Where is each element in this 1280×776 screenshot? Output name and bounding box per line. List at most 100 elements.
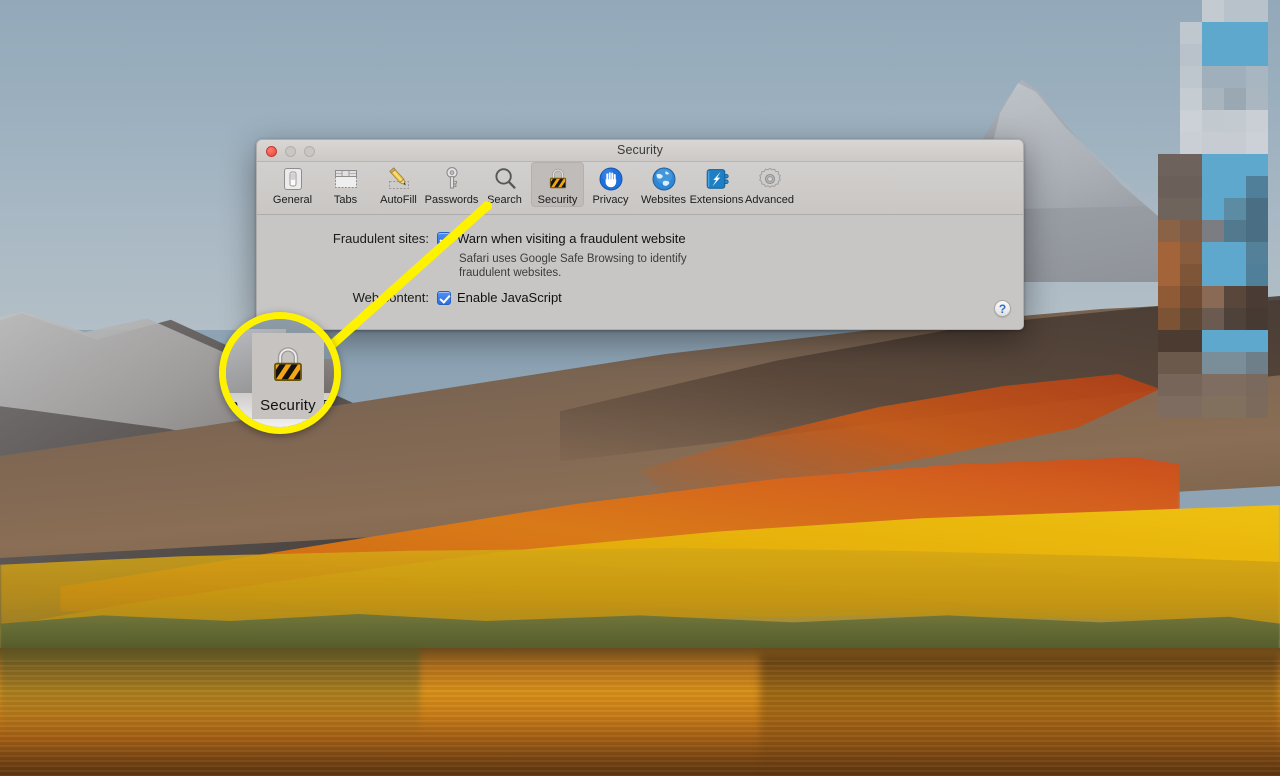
pixel-cell [1202, 286, 1224, 308]
pixel-cell [1224, 396, 1246, 418]
pixel-cell [1224, 242, 1246, 264]
pixelated-redacted-region [1158, 0, 1280, 440]
search-icon [491, 165, 519, 193]
pixel-cell [1224, 308, 1246, 330]
fraudulent-sites-note-line2: fraudulent websites. [459, 267, 562, 279]
toolbar-item-extensions[interactable]: Extensions [690, 162, 743, 207]
pixel-cell [1180, 330, 1202, 352]
toolbar-item-websites[interactable]: Websites [637, 162, 690, 207]
toolbar-item-general-label: General [272, 194, 313, 206]
toolbar-item-advanced-label: Advanced [745, 194, 794, 206]
toolbar-item-autofill[interactable]: AutoFill [372, 162, 425, 207]
pixel-cell [1246, 22, 1268, 44]
pixel-cell [1202, 396, 1224, 418]
pixel-cell [1180, 44, 1202, 66]
web-content-row: Web content: Enable JavaScript [279, 290, 562, 306]
pixel-cell [1202, 352, 1224, 374]
safari-preferences-window: Security General Tabs AutoFill Passwords… [256, 139, 1024, 330]
pixel-cell [1202, 88, 1224, 110]
fraudulent-sites-note-line1: Safari uses Google Safe Browsing to iden… [459, 253, 687, 265]
toolbar-item-tabs[interactable]: Tabs [319, 162, 372, 207]
preferences-toolbar: General Tabs AutoFill Passwords Search S… [257, 162, 1023, 215]
pixel-cell [1224, 220, 1246, 242]
pixel-cell [1180, 132, 1202, 154]
pixel-cell [1180, 286, 1202, 308]
desktop-wallpaper [0, 0, 1280, 776]
preferences-content: Fraudulent sites: Warn when visiting a f… [257, 215, 1023, 329]
pixel-cell [1202, 330, 1224, 352]
passwords-icon [438, 165, 466, 193]
window-title: Security [617, 143, 663, 157]
pixel-cell [1246, 374, 1268, 396]
pixel-cell [1158, 198, 1180, 220]
pixel-cell [1224, 330, 1246, 352]
pixel-cell [1224, 374, 1246, 396]
tabs-icon [332, 165, 360, 193]
warn-fraudulent-website-label: Warn when visiting a fraudulent website [457, 231, 686, 246]
websites-globe-icon [650, 165, 678, 193]
pixel-cell [1224, 286, 1246, 308]
pixel-cell [1202, 242, 1224, 264]
pixel-cell [1180, 176, 1202, 198]
pixel-cell [1224, 0, 1246, 22]
advanced-gear-icon [756, 165, 784, 193]
toolbar-item-extensions-label: Extensions [689, 194, 744, 206]
toolbar-item-tabs-label: Tabs [333, 194, 358, 206]
pixel-cell [1158, 308, 1180, 330]
pixel-cell [1180, 110, 1202, 132]
pixel-cell [1158, 286, 1180, 308]
toolbar-item-privacy[interactable]: Privacy [584, 162, 637, 207]
pixel-cell [1180, 264, 1202, 286]
help-button[interactable]: ? [994, 300, 1011, 317]
toolbar-item-advanced[interactable]: Advanced [743, 162, 796, 207]
toolbar-item-passwords-label: Passwords [424, 194, 479, 206]
pixel-cell [1180, 396, 1202, 418]
toolbar-item-search-label: Search [487, 194, 522, 206]
pixel-cell [1202, 66, 1224, 88]
toolbar-item-passwords[interactable]: Passwords [425, 162, 478, 207]
toolbar-item-general[interactable]: General [266, 162, 319, 207]
pixel-cell [1246, 176, 1268, 198]
pixel-cell [1202, 22, 1224, 44]
pixel-cell [1202, 220, 1224, 242]
pixel-cell [1246, 88, 1268, 110]
pixel-cell [1202, 154, 1224, 176]
pixel-cell [1158, 330, 1180, 352]
privacy-hand-icon [597, 165, 625, 193]
pixel-cell [1224, 22, 1246, 44]
pixel-cell [1202, 264, 1224, 286]
pixel-cell [1202, 374, 1224, 396]
pixel-cell [1224, 176, 1246, 198]
pixel-cell [1224, 132, 1246, 154]
fraudulent-sites-label: Fraudulent sites: [332, 231, 429, 246]
pixel-cell [1202, 132, 1224, 154]
pixel-cell [1224, 264, 1246, 286]
pixel-cell [1158, 176, 1180, 198]
pixel-cell [1224, 352, 1246, 374]
toolbar-item-privacy-label: Privacy [592, 194, 629, 206]
pixel-cell [1246, 352, 1268, 374]
pixel-cell [1246, 198, 1268, 220]
pixel-cell [1180, 220, 1202, 242]
pixel-cell [1246, 66, 1268, 88]
pixel-cell [1180, 198, 1202, 220]
pixel-cell [1246, 0, 1268, 22]
pixel-cell [1180, 22, 1202, 44]
toolbar-item-security[interactable]: Security [531, 162, 584, 207]
pixel-cell [1246, 44, 1268, 66]
warn-fraudulent-website-checkbox[interactable] [437, 232, 451, 246]
enable-javascript-label: Enable JavaScript [457, 290, 562, 305]
pixel-cell [1246, 396, 1268, 418]
pixel-cell [1158, 220, 1180, 242]
pixel-cell [1202, 198, 1224, 220]
pixel-cell [1202, 110, 1224, 132]
pixel-cell [1246, 110, 1268, 132]
autofill-icon [385, 165, 413, 193]
pixel-cell [1180, 242, 1202, 264]
pixel-cell [1180, 374, 1202, 396]
fraudulent-sites-row: Fraudulent sites: Warn when visiting a f… [279, 231, 686, 247]
pixel-cell [1246, 242, 1268, 264]
window-titlebar: Security [257, 140, 1023, 162]
toolbar-item-search[interactable]: Search [478, 162, 531, 207]
enable-javascript-checkbox[interactable] [437, 291, 451, 305]
